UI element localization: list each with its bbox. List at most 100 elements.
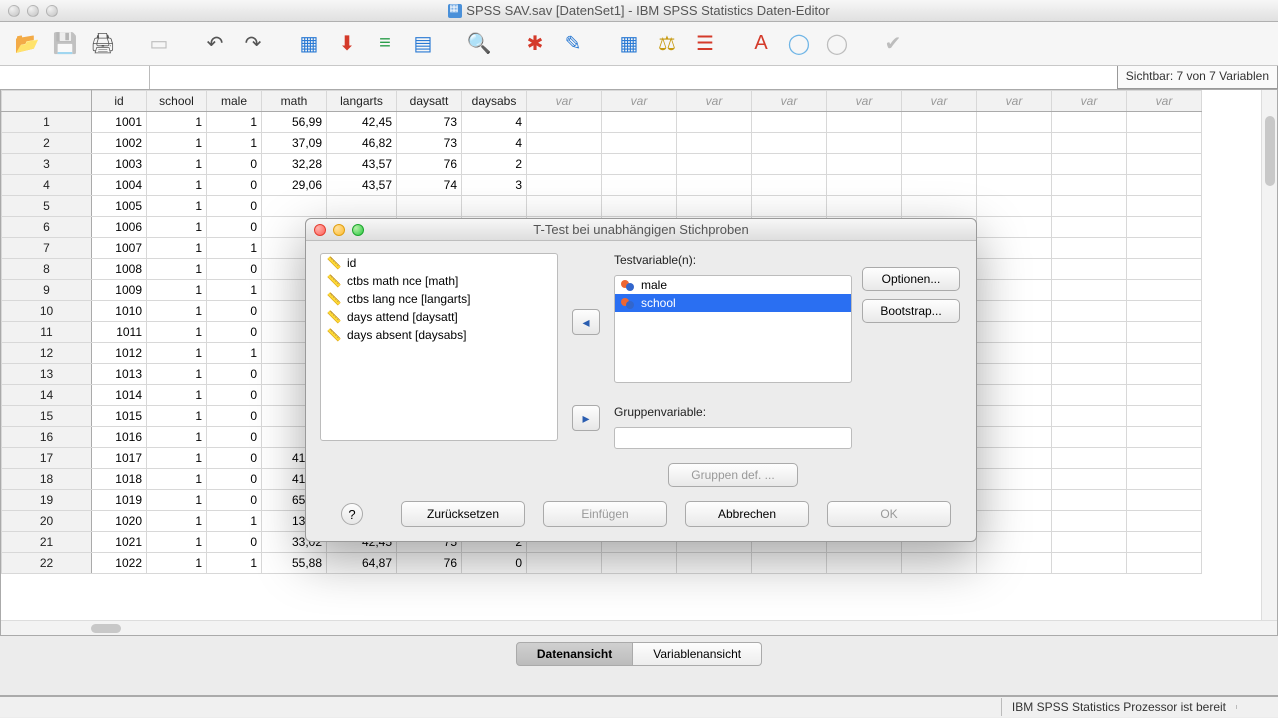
data-cell[interactable]: 1 — [147, 280, 207, 301]
empty-cell[interactable] — [1127, 553, 1202, 574]
table-row[interactable]: 410041029,0643,57743 — [2, 175, 1202, 196]
empty-cell[interactable] — [977, 133, 1052, 154]
empty-cell[interactable] — [977, 238, 1052, 259]
col-header-empty[interactable]: var — [902, 91, 977, 112]
empty-cell[interactable] — [1052, 511, 1127, 532]
row-header[interactable]: 12 — [2, 343, 92, 364]
table-row[interactable]: 110011156,9942,45734 — [2, 112, 1202, 133]
list-item[interactable]: 📏days attend [daysatt] — [321, 308, 557, 326]
minimize-window-button[interactable] — [27, 5, 39, 17]
col-header-empty[interactable]: var — [1052, 91, 1127, 112]
data-cell[interactable]: 0 — [207, 364, 262, 385]
empty-cell[interactable] — [1127, 532, 1202, 553]
data-cell[interactable]: 0 — [207, 427, 262, 448]
empty-cell[interactable] — [677, 196, 752, 217]
data-cell[interactable]: 1 — [147, 511, 207, 532]
empty-cell[interactable] — [1127, 427, 1202, 448]
data-cell[interactable]: 46,82 — [327, 133, 397, 154]
empty-cell[interactable] — [602, 196, 677, 217]
goto-case-button[interactable]: ▦ — [294, 29, 324, 59]
empty-cell[interactable] — [527, 196, 602, 217]
empty-cell[interactable] — [602, 175, 677, 196]
horizontal-scrollbar[interactable] — [1, 620, 1277, 635]
empty-cell[interactable] — [977, 490, 1052, 511]
dialog-minimize-button[interactable] — [333, 224, 345, 236]
find-button[interactable]: 🔍 — [464, 29, 494, 59]
empty-cell[interactable] — [752, 196, 827, 217]
data-cell[interactable]: 55,88 — [262, 553, 327, 574]
empty-cell[interactable] — [902, 175, 977, 196]
close-window-button[interactable] — [8, 5, 20, 17]
empty-cell[interactable] — [677, 175, 752, 196]
empty-cell[interactable] — [527, 175, 602, 196]
data-cell[interactable]: 1012 — [92, 343, 147, 364]
col-header-daysabs[interactable]: daysabs — [462, 91, 527, 112]
empty-cell[interactable] — [1127, 112, 1202, 133]
row-header[interactable]: 18 — [2, 469, 92, 490]
data-cell[interactable]: 0 — [207, 532, 262, 553]
list-item[interactable]: 📏id — [321, 254, 557, 272]
recall-dialog-button[interactable]: ▭ — [144, 29, 174, 59]
tab-data-view[interactable]: Datenansicht — [516, 642, 633, 666]
empty-cell[interactable] — [977, 217, 1052, 238]
zoom-window-button[interactable] — [46, 5, 58, 17]
empty-cell[interactable] — [1052, 322, 1127, 343]
empty-cell[interactable] — [827, 196, 902, 217]
col-header-empty[interactable]: var — [527, 91, 602, 112]
empty-cell[interactable] — [977, 301, 1052, 322]
print-button[interactable]: 🖨 — [88, 29, 118, 59]
list-item[interactable]: 📏ctbs lang nce [langarts] — [321, 290, 557, 308]
empty-cell[interactable] — [677, 154, 752, 175]
data-cell[interactable]: 1003 — [92, 154, 147, 175]
data-cell[interactable]: 1011 — [92, 322, 147, 343]
empty-cell[interactable] — [827, 154, 902, 175]
empty-cell[interactable] — [1127, 196, 1202, 217]
empty-cell[interactable] — [977, 259, 1052, 280]
data-cell[interactable]: 1 — [147, 469, 207, 490]
row-header[interactable]: 3 — [2, 154, 92, 175]
empty-cell[interactable] — [977, 343, 1052, 364]
empty-cell[interactable] — [1127, 217, 1202, 238]
row-header[interactable]: 8 — [2, 259, 92, 280]
data-cell[interactable]: 1 — [207, 511, 262, 532]
col-header-id[interactable]: id — [92, 91, 147, 112]
list-item[interactable]: male — [615, 276, 851, 294]
empty-cell[interactable] — [827, 133, 902, 154]
row-header[interactable]: 1 — [2, 112, 92, 133]
list-item[interactable]: 📏days absent [daysabs] — [321, 326, 557, 344]
data-cell[interactable]: 4 — [462, 133, 527, 154]
empty-cell[interactable] — [527, 112, 602, 133]
data-cell[interactable]: 1005 — [92, 196, 147, 217]
empty-cell[interactable] — [902, 154, 977, 175]
data-cell[interactable]: 0 — [207, 217, 262, 238]
col-header-empty[interactable]: var — [677, 91, 752, 112]
data-cell[interactable]: 1 — [147, 175, 207, 196]
col-header-school[interactable]: school — [147, 91, 207, 112]
variables-button[interactable]: ≡ — [370, 29, 400, 59]
col-header-empty[interactable]: var — [827, 91, 902, 112]
data-cell[interactable]: 74 — [397, 175, 462, 196]
insert-variable-button[interactable]: ✎ — [558, 29, 588, 59]
data-cell[interactable]: 73 — [397, 133, 462, 154]
show-all-button[interactable]: ◯ — [822, 29, 852, 59]
data-cell[interactable]: 0 — [207, 196, 262, 217]
data-cell[interactable]: 1007 — [92, 238, 147, 259]
empty-cell[interactable] — [677, 553, 752, 574]
data-cell[interactable]: 2 — [462, 154, 527, 175]
table-row[interactable]: 210021137,0946,82734 — [2, 133, 1202, 154]
col-header-empty[interactable]: var — [602, 91, 677, 112]
cell-address-box[interactable] — [0, 66, 150, 89]
move-to-groupvar-button[interactable]: ▸ — [572, 405, 600, 431]
data-cell[interactable]: 1 — [147, 133, 207, 154]
row-header[interactable]: 11 — [2, 322, 92, 343]
save-button[interactable]: 💾 — [50, 29, 80, 59]
empty-cell[interactable] — [1052, 259, 1127, 280]
data-cell[interactable]: 1 — [147, 259, 207, 280]
data-cell[interactable]: 1 — [147, 196, 207, 217]
data-cell[interactable]: 1019 — [92, 490, 147, 511]
empty-cell[interactable] — [752, 154, 827, 175]
undo-button[interactable]: ↶ — [200, 29, 230, 59]
data-cell[interactable]: 1 — [147, 532, 207, 553]
data-cell[interactable]: 1 — [207, 553, 262, 574]
data-cell[interactable]: 1 — [147, 343, 207, 364]
